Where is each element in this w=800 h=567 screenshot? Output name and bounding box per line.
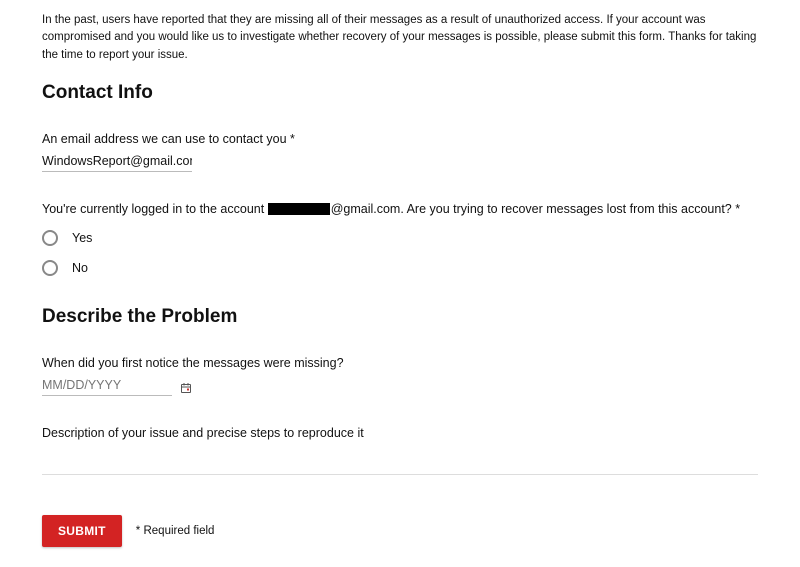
radio-row-no[interactable]: No xyxy=(42,260,758,276)
email-label: An email address we can use to contact y… xyxy=(42,132,758,146)
radio-row-yes[interactable]: Yes xyxy=(42,230,758,246)
calendar-icon[interactable] xyxy=(180,382,192,394)
radio-yes-label: Yes xyxy=(72,231,92,245)
problem-heading: Describe the Problem xyxy=(42,306,758,328)
when-label: When did you first notice the messages w… xyxy=(42,356,758,370)
logged-in-question: You're currently logged in to the accoun… xyxy=(42,202,758,216)
logged-in-domain: @gmail.com xyxy=(331,202,401,216)
intro-text: In the past, users have reported that th… xyxy=(42,12,758,64)
radio-no-label: No xyxy=(72,261,88,275)
date-field[interactable] xyxy=(42,376,172,396)
logged-in-prefix: You're currently logged in to the accoun… xyxy=(42,202,268,216)
contact-heading: Contact Info xyxy=(42,82,758,104)
description-field[interactable] xyxy=(42,446,758,475)
email-field[interactable] xyxy=(42,152,192,172)
submit-button[interactable]: SUBMIT xyxy=(42,515,122,547)
logged-in-suffix: . Are you trying to recover messages los… xyxy=(400,202,740,216)
desc-label: Description of your issue and precise st… xyxy=(42,426,758,440)
radio-yes[interactable] xyxy=(42,230,58,246)
redacted-username xyxy=(268,203,330,215)
radio-no[interactable] xyxy=(42,260,58,276)
required-note: * Required field xyxy=(136,525,215,537)
